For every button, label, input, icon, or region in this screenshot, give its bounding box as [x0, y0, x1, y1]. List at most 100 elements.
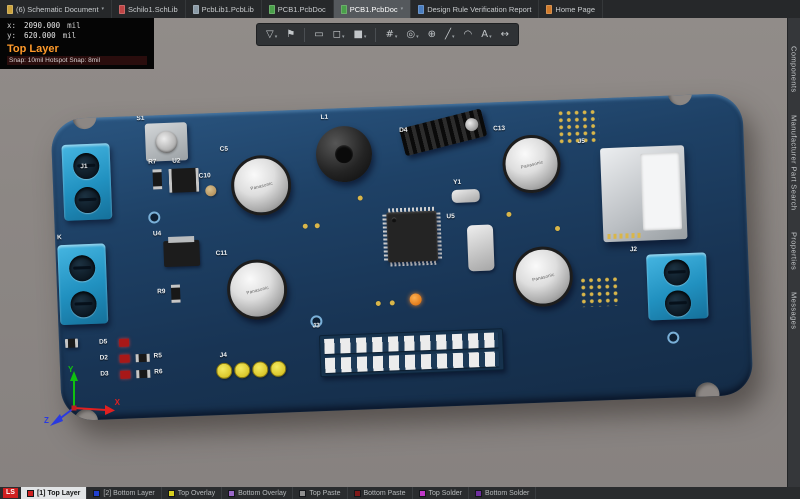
- component-edge-resistor[interactable]: [65, 339, 78, 348]
- via-icon: ⊕: [428, 30, 436, 40]
- document-tabbar: (6) Schematic Document ▾ Schilo1.SchLib …: [0, 0, 800, 18]
- pad-tool[interactable]: ◎ ▾: [406, 30, 418, 40]
- component-u4-regulator[interactable]: [163, 240, 200, 267]
- component-j4-pad[interactable]: [252, 361, 269, 378]
- component-k-terminal-block[interactable]: [57, 243, 108, 325]
- tab-schlib1[interactable]: Schilo1.SchLib: [112, 0, 186, 18]
- component-r9-resistor[interactable]: [171, 285, 181, 303]
- layer-tab-bottom-layer[interactable]: [2] Bottom Layer: [87, 487, 161, 499]
- snap-grid-tool[interactable]: # ▾: [385, 30, 397, 40]
- screw-slot: [669, 301, 687, 305]
- component-c11-capacitor[interactable]: Panasonic: [226, 258, 288, 320]
- solder-pad: [358, 195, 363, 200]
- solder-pad: [303, 224, 308, 229]
- capacitor-brand-text: Panasonic: [520, 159, 543, 169]
- regulator-tab: [168, 236, 193, 243]
- component-y1-crystal[interactable]: [451, 189, 479, 203]
- designator-l1: L1: [320, 115, 328, 122]
- plated-hole: [148, 211, 160, 223]
- tab-pcblib1[interactable]: PcbLib1.PcbLib: [186, 0, 262, 18]
- layer-tab-bottom-overlay[interactable]: Bottom Overlay: [222, 487, 293, 499]
- layer-tab-top-solder[interactable]: Top Solder: [413, 487, 469, 499]
- pcb-document-icon: [269, 5, 275, 14]
- home-icon: [546, 5, 552, 14]
- arc-tool[interactable]: ◠: [464, 30, 473, 40]
- y-axis-label: Y: [68, 365, 73, 374]
- layer-tab-top-paste[interactable]: Top Paste: [293, 487, 347, 499]
- component-s1-pushbutton[interactable]: [145, 122, 188, 162]
- solder-pad: [555, 226, 560, 231]
- component-j4-pad[interactable]: [216, 363, 233, 380]
- component-d5-led[interactable]: [119, 339, 129, 347]
- panel-tab-components[interactable]: Components: [790, 46, 799, 93]
- component-crystal-can[interactable]: [467, 224, 495, 271]
- component-d2-led[interactable]: [120, 355, 130, 363]
- designator-c5: C5: [220, 147, 229, 154]
- designator-r6: R6: [154, 369, 163, 376]
- layer-tab-top-overlay[interactable]: Top Overlay: [162, 487, 222, 499]
- designator-y1: Y1: [453, 180, 461, 187]
- component-orange-led[interactable]: [409, 293, 421, 305]
- terminal-hole: [663, 259, 690, 286]
- solid-region-tool[interactable]: ■ ▾: [353, 30, 366, 40]
- layer-tab-top-layer[interactable]: [1] Top Layer: [21, 487, 87, 499]
- panel-tab-manufacturer-part-search[interactable]: Manufacturer Part Search: [790, 115, 799, 210]
- capacitor-brand-text: Panasonic: [249, 180, 272, 190]
- panel-rail: Components Manufacturer Part Search Prop…: [787, 18, 800, 487]
- tab-label: PCB1.PcbDoc: [278, 5, 326, 14]
- component-c10-capacitor[interactable]: [205, 185, 216, 196]
- layer-tab-label: [2] Bottom Layer: [103, 490, 154, 497]
- panel-tab-messages[interactable]: Messages: [790, 292, 799, 329]
- designator-j1: J1: [80, 164, 87, 171]
- dashed-region-tool[interactable]: ◻ ▾: [333, 30, 345, 40]
- layer-tab-bottom-solder[interactable]: Bottom Solder: [469, 487, 536, 499]
- component-capacitor[interactable]: Panasonic: [512, 245, 574, 307]
- component-j5-sd-card-slot[interactable]: [600, 145, 688, 242]
- track-tool[interactable]: ╱ ▾: [445, 30, 455, 40]
- component-c5-capacitor[interactable]: Panasonic: [230, 154, 292, 216]
- component-r7-resistor[interactable]: [152, 169, 162, 189]
- pcb-board[interactable]: Panasonic Panasonic Panasonic Panasonic: [50, 93, 753, 421]
- layer-sets-button[interactable]: LS: [3, 488, 18, 498]
- layer-tab-bottom-paste[interactable]: Bottom Paste: [348, 487, 413, 499]
- chevron-down-icon: ▾: [401, 7, 404, 12]
- component-j4-pad[interactable]: [234, 362, 251, 379]
- tab-pcb1-first[interactable]: PCB1.PcbDoc: [262, 0, 334, 18]
- component-j2-terminal-block[interactable]: [646, 252, 708, 320]
- component-r6-resistor[interactable]: [136, 370, 150, 379]
- component-j3-pin-header[interactable]: [319, 328, 504, 377]
- heatsink-screw: [464, 117, 480, 133]
- document-selector[interactable]: (6) Schematic Document ▾: [0, 0, 112, 18]
- x-value: 2090.000: [24, 21, 60, 31]
- region-select-tool[interactable]: ▭: [314, 30, 323, 40]
- pad-icon: ◎: [406, 30, 415, 40]
- component-j1-terminal-block[interactable]: [61, 143, 112, 221]
- tab-pcb1-active[interactable]: PCB1.PcbDoc ▾: [334, 0, 411, 18]
- component-c13-capacitor[interactable]: Panasonic: [501, 134, 561, 194]
- layer-tab-label: [1] Top Layer: [37, 490, 80, 497]
- panel-tab-properties[interactable]: Properties: [790, 232, 799, 270]
- selection-filter-tool[interactable]: ▽ ▾: [266, 30, 277, 40]
- cursor-x-row: x: 2090.000 mil: [7, 21, 147, 31]
- dimension-tool[interactable]: ↔: [501, 30, 509, 40]
- toolbar-divider: [304, 28, 305, 42]
- component-u2-ic[interactable]: [168, 168, 199, 193]
- chevron-down-icon: ▾: [364, 35, 367, 40]
- string-tool[interactable]: A ▾: [481, 30, 491, 40]
- lasso-select-tool[interactable]: ⚑: [286, 30, 295, 40]
- component-l1-inductor[interactable]: [315, 125, 373, 183]
- document-selector-label: (6) Schematic Document: [16, 5, 99, 14]
- component-u5-microcontroller[interactable]: [382, 207, 442, 267]
- via-tool[interactable]: ⊕: [428, 30, 436, 40]
- tab-design-rule-report[interactable]: Design Rule Verification Report: [411, 0, 539, 18]
- component-r5-resistor[interactable]: [136, 354, 150, 363]
- lasso-icon: ⚑: [286, 30, 295, 40]
- component-d4-heatsink[interactable]: [399, 108, 487, 156]
- pcb-3d-canvas[interactable]: x: 2090.000 mil y: 620.000 mil Top Layer…: [0, 18, 787, 487]
- layer-color-swatch: [27, 490, 34, 497]
- component-j4-pad[interactable]: [270, 361, 287, 378]
- plated-hole: [667, 331, 679, 343]
- terminal-hole: [74, 187, 101, 214]
- sd-card: [641, 152, 683, 230]
- tab-home-page[interactable]: Home Page: [539, 0, 603, 18]
